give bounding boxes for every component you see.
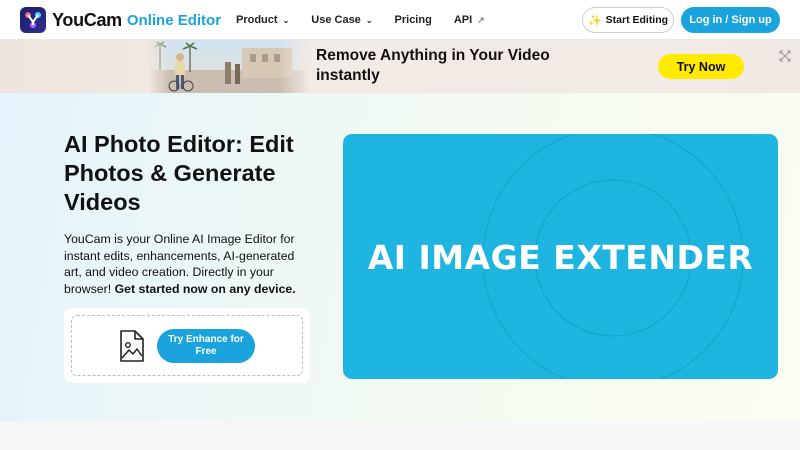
menu-product-label: Product [236, 14, 278, 26]
menu-pricing-label: Pricing [394, 14, 432, 26]
magic-wand-icon: ✨ [587, 14, 602, 27]
start-editing-button[interactable]: ✨ Start Editing [582, 7, 674, 33]
brand-logo[interactable]: YouCam Online Editor [20, 7, 221, 33]
main-menu: Product ⌄ Use Case ⌄ Pricing API ↗ [236, 0, 507, 40]
menu-pricing[interactable]: Pricing [395, 14, 432, 26]
brand-name: YouCam [52, 9, 122, 30]
image-upload-icon [118, 330, 144, 367]
page-title: AI Photo Editor: Edit Photos & Generate … [64, 131, 294, 215]
top-navbar: YouCam Online Editor Product ⌄ Use Case … [0, 0, 800, 40]
feature-title: AI IMAGE EXTENDER [367, 238, 754, 277]
brand-subtitle: Online Editor [126, 11, 222, 29]
promo-banner[interactable]: Remove Anything in Your Video instantly … [0, 40, 800, 93]
promo-title: Remove Anything in Your Video instantly [316, 47, 550, 84]
menu-product[interactable]: Product ⌄ [236, 14, 289, 26]
next-section-edge [0, 421, 800, 450]
try-now-button[interactable]: Try Now [658, 54, 744, 79]
chevron-down-icon: ⌄ [365, 15, 373, 25]
login-signup-button[interactable]: Log in / Sign up [681, 7, 780, 33]
external-link-icon: ↗ [477, 14, 485, 25]
menu-use-case[interactable]: Use Case ⌄ [311, 14, 372, 26]
hero-description-cta: Get started now on any device. [114, 281, 296, 296]
hero-description: YouCam is your Online AI Image Editor fo… [64, 231, 314, 297]
menu-api-label: API [453, 14, 473, 26]
start-editing-label: Start Editing [605, 14, 669, 26]
feature-banner-card[interactable]: AI IMAGE EXTENDER [343, 134, 778, 379]
close-icon[interactable] [778, 49, 792, 63]
menu-use-case-label: Use Case [311, 14, 361, 26]
menu-api[interactable]: API ↗ [454, 14, 485, 26]
promo-street-photo [150, 40, 310, 93]
chevron-down-icon: ⌄ [282, 15, 290, 25]
try-enhance-button[interactable]: Try Enhance for Free [157, 329, 255, 363]
youcam-logo-icon [20, 7, 46, 33]
